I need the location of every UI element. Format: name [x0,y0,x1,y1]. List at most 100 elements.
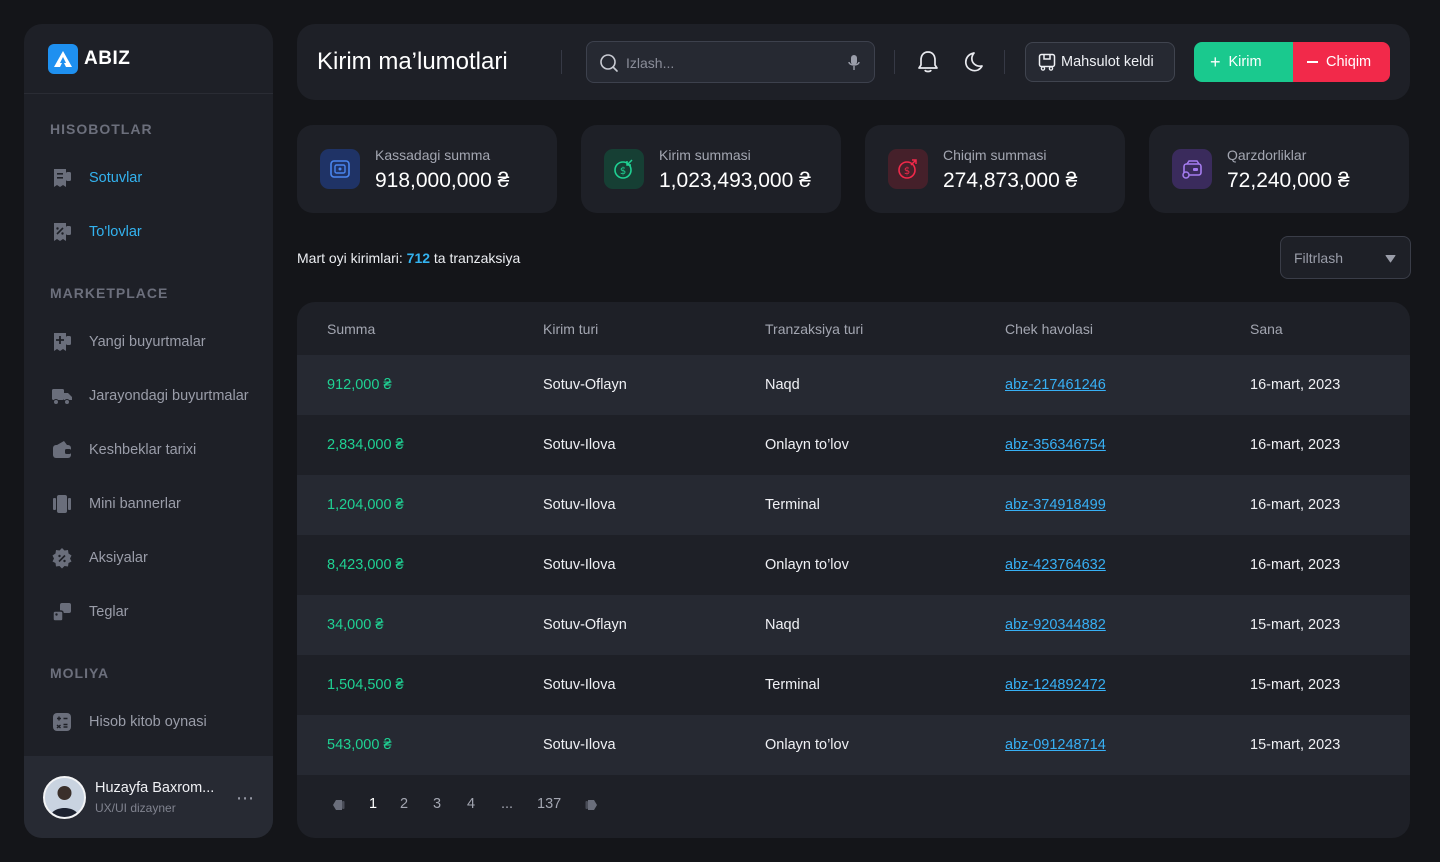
cell-summa: 912,000 ₴ [327,377,392,393]
stat-label: Chiqim summasi [943,147,1047,163]
cell-chek-link[interactable]: abz-091248714 [1005,737,1106,753]
microphone-icon[interactable] [845,53,863,73]
table-row[interactable]: 912,000 ₴ Sotuv-Oflayn Naqd abz-21746124… [297,355,1410,415]
summary-suffix: ta tranzaksiya [433,250,521,266]
sidebar-item-hisob-kitob-oynasi[interactable]: Hisob kitob oynasi [50,707,270,737]
cell-sana: 15-mart, 2023 [1250,737,1341,753]
section-title-hisobotlar: HISOBOTLAR [50,121,153,137]
table-row[interactable]: 1,204,000 ₴ Sotuv-Ilova Terminal abz-374… [297,475,1410,535]
more-options-icon[interactable]: ⋯ [236,788,255,809]
cell-sana: 16-mart, 2023 [1250,377,1341,393]
sidebar-item-tolovlar[interactable]: To'lovlar [50,217,270,247]
brand-name: ABIZ [84,47,131,69]
cell-chek-link[interactable]: abz-124892472 [1005,677,1106,693]
slides-icon [50,492,74,516]
column-header-chek-havolasi[interactable]: Chek havolasi [1005,321,1093,337]
table-row[interactable]: 543,000 ₴ Sotuv-Ilova Onlayn to’lov abz-… [297,715,1410,775]
cell-kirim-turi: Sotuv-Ilova [543,557,616,573]
svg-text:$: $ [620,166,626,177]
sidebar-item-label: Sotuvlar [89,170,143,186]
cell-summa: 543,000 ₴ [327,737,392,753]
mahsulot-keldi-button[interactable]: Mahsulot keldi [1025,42,1175,82]
column-header-tranzaksiya-turi[interactable]: Tranzaksiya turi [765,321,863,337]
user-profile[interactable]: Huzayfa Baxrom... UX/UI dizayner ⋯ [24,756,273,838]
tags-icon [50,600,74,624]
cell-sana: 16-mart, 2023 [1250,557,1341,573]
kirim-label: Kirim [1228,54,1262,70]
cell-tranzaksiya-turi: Terminal [765,677,820,693]
cell-tranzaksiya-turi: Onlayn to’lov [765,737,849,753]
kirim-button[interactable]: + Kirim [1194,42,1293,82]
table-row[interactable]: 34,000 ₴ Sotuv-Oflayn Naqd abz-920344882… [297,595,1410,655]
sidebar-item-yangi-buyurtmalar[interactable]: Yangi buyurtmalar [50,327,270,357]
debt-icon [1172,149,1212,189]
transactions-summary: Mart oyi kirimlari: 712 ta tranzaksiya [297,250,520,266]
delivery-box-icon [1038,53,1056,71]
cell-chek-link[interactable]: abz-423764632 [1005,557,1106,573]
stat-label: Qarzdorliklar [1227,147,1307,163]
table-row[interactable]: 2,834,000 ₴ Sotuv-Ilova Onlayn to’lov ab… [297,415,1410,475]
stat-card-kirim-summasi: $ Kirim summasi 1,023,493,000 ₴ [581,125,841,213]
sidebar-item-teglar[interactable]: Teglar [50,597,270,627]
section-title-moliya: MOLIYA [50,665,110,681]
sidebar-item-sotuvlar[interactable]: Sotuvlar [50,163,270,193]
cash-register-icon [320,149,360,189]
sidebar-item-label: Teglar [89,604,129,620]
divider [1004,50,1005,74]
cell-summa: 1,204,000 ₴ [327,497,404,513]
avatar [43,775,86,819]
filter-dropdown[interactable]: Filtrlash [1280,236,1411,279]
receipt-plus-icon [50,330,74,354]
search-box[interactable] [586,41,875,83]
cell-tranzaksiya-turi: Onlayn to’lov [765,557,849,573]
page-4[interactable]: 4 [467,796,475,812]
table-row[interactable]: 1,504,500 ₴ Sotuv-Ilova Terminal abz-124… [297,655,1410,715]
chiqim-button[interactable]: Chiqim [1293,42,1390,82]
prev-page-icon[interactable] [332,798,346,812]
search-input[interactable] [626,52,836,74]
svg-text:$: $ [904,166,910,177]
search-icon [599,53,619,73]
brand[interactable]: ABIZ [24,24,273,94]
stat-label: Kirim summasi [659,147,751,163]
sidebar: ABIZ HISOBOTLAR Sotuvlar To'lovlar MARKE… [24,24,273,838]
cell-summa: 8,423,000 ₴ [327,557,404,573]
page-1[interactable]: 1 [369,796,377,812]
coin-in-icon: $ [604,149,644,189]
sidebar-item-jarayondagi-buyurtmalar[interactable]: Jarayondagi buyurtmalar [50,381,270,411]
receipt-icon [50,166,74,190]
column-header-sana[interactable]: Sana [1250,321,1283,337]
page-3[interactable]: 3 [433,796,441,812]
moon-icon[interactable] [960,50,984,74]
filter-label: Filtrlash [1294,249,1344,266]
page-ellipsis: ... [501,796,514,812]
cell-chek-link[interactable]: abz-217461246 [1005,377,1106,393]
wallet-icon [50,438,74,462]
column-header-kirim-turi[interactable]: Kirim turi [543,321,598,337]
page-title: Kirim ma’lumotlari [317,48,508,75]
sidebar-item-label: Keshbeklar tarixi [89,442,197,458]
next-page-icon[interactable] [584,798,598,812]
cell-chek-link[interactable]: abz-356346754 [1005,437,1106,453]
sidebar-item-aksiyalar[interactable]: Aksiyalar [50,543,270,573]
column-header-summa[interactable]: Summa [327,321,375,337]
plus-icon: + [1210,52,1221,72]
cell-sana: 15-mart, 2023 [1250,617,1341,633]
sidebar-item-keshbeklar-tarixi[interactable]: Keshbeklar tarixi [50,435,270,465]
caret-down-icon [1384,253,1396,263]
summary-prefix: Mart oyi kirimlari: [297,250,403,266]
page-2[interactable]: 2 [400,796,408,812]
cell-chek-link[interactable]: abz-374918499 [1005,497,1106,513]
page-137[interactable]: 137 [537,796,561,812]
cell-kirim-turi: Sotuv-Ilova [543,737,616,753]
table-row[interactable]: 8,423,000 ₴ Sotuv-Ilova Onlayn to’lov ab… [297,535,1410,595]
stat-value: 1,023,493,000 ₴ [659,169,811,192]
cell-chek-link[interactable]: abz-920344882 [1005,617,1106,633]
stat-card-kassadagi-summa: Kassadagi summa 918,000,000 ₴ [297,125,557,213]
sidebar-item-label: To'lovlar [89,224,142,240]
cell-summa: 1,504,500 ₴ [327,677,404,693]
sidebar-item-mini-bannerlar[interactable]: Mini bannerlar [50,489,270,519]
cell-sana: 16-mart, 2023 [1250,497,1341,513]
bell-icon[interactable] [916,50,940,74]
stat-value: 274,873,000 ₴ [943,169,1078,192]
